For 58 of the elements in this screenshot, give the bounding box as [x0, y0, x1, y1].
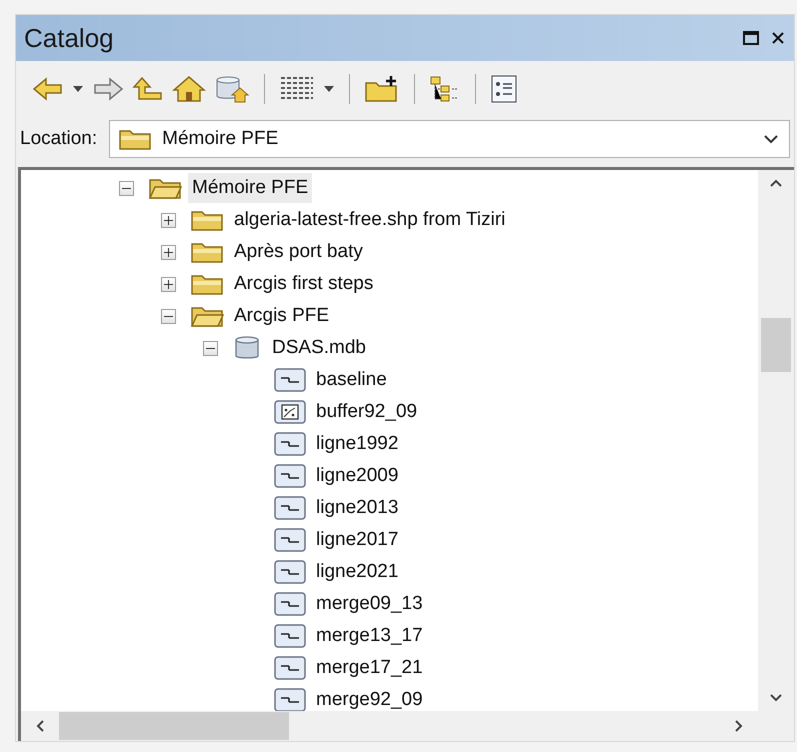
location-label: Location: [20, 126, 98, 151]
forward-arrow-icon[interactable] [92, 76, 124, 102]
back-arrow-icon[interactable] [32, 76, 64, 102]
horizontal-scrollbar[interactable] [21, 711, 794, 741]
tree-item[interactable]: Mémoire PFE [188, 173, 312, 203]
tree-item[interactable]: Arcgis first steps [230, 269, 378, 299]
line-layer-icon [274, 624, 306, 648]
vertical-scrollbar[interactable] [758, 170, 794, 711]
dropdown-caret-icon[interactable] [72, 85, 84, 93]
tree-item[interactable]: ligne2021 [312, 557, 402, 587]
scrollbar-thumb[interactable] [761, 318, 791, 372]
scroll-left-icon[interactable] [35, 719, 45, 733]
chevron-down-icon[interactable] [763, 134, 779, 144]
line-layer-icon [274, 560, 306, 584]
collapse-toggle[interactable] [202, 340, 218, 356]
window-title: Catalog [24, 22, 115, 54]
expand-toggle[interactable] [160, 276, 176, 292]
scroll-down-icon[interactable] [769, 693, 783, 703]
tree-item[interactable]: baseline [312, 365, 391, 395]
expand-toggle[interactable] [160, 212, 176, 228]
tree-item[interactable]: ligne2017 [312, 525, 402, 555]
tree-item[interactable]: ligne2009 [312, 461, 402, 491]
home-icon[interactable] [172, 75, 206, 103]
tree-item[interactable]: ligne1992 [312, 429, 402, 459]
properties-icon[interactable] [490, 74, 518, 104]
line-layer-icon [274, 496, 306, 520]
collapse-toggle[interactable] [118, 180, 134, 196]
scroll-up-icon[interactable] [769, 178, 783, 188]
line-layer-icon [274, 688, 306, 711]
tree-item[interactable]: merge92_09 [312, 685, 427, 711]
tree-item[interactable]: algeria-latest-free.shp from Tiziri [230, 205, 510, 235]
tree-item[interactable]: merge17_21 [312, 653, 427, 683]
scrollbar-thumb[interactable] [59, 712, 289, 740]
new-folder-icon[interactable] [364, 75, 400, 103]
line-layer-icon [274, 464, 306, 488]
scroll-right-icon[interactable] [734, 719, 744, 733]
line-layer-icon [274, 528, 306, 552]
tree-item[interactable]: Arcgis PFE [230, 301, 334, 331]
tree-item[interactable]: merge13_17 [312, 621, 427, 651]
collapse-toggle[interactable] [160, 308, 176, 324]
tree-item[interactable]: Après port baty [230, 237, 367, 267]
list-view-icon[interactable] [279, 76, 315, 102]
line-layer-icon [274, 368, 306, 392]
dropdown-caret-icon[interactable] [323, 85, 335, 93]
polygon-layer-icon [274, 400, 306, 424]
maximize-icon[interactable] [742, 30, 760, 46]
line-layer-icon [274, 592, 306, 616]
expand-toggle[interactable] [160, 244, 176, 260]
tree-item[interactable]: merge09_13 [312, 589, 427, 619]
tree-item[interactable]: DSAS.mdb [268, 333, 370, 363]
line-layer-icon [274, 432, 306, 456]
tree-item[interactable]: buffer92_09 [312, 397, 422, 427]
tree-item[interactable]: ligne2013 [312, 493, 402, 523]
location-field[interactable]: Mémoire PFE [109, 120, 790, 158]
close-icon[interactable] [770, 30, 786, 46]
up-arrow-icon[interactable] [132, 76, 164, 102]
line-layer-icon [274, 656, 306, 680]
database-home-icon[interactable] [214, 75, 250, 103]
